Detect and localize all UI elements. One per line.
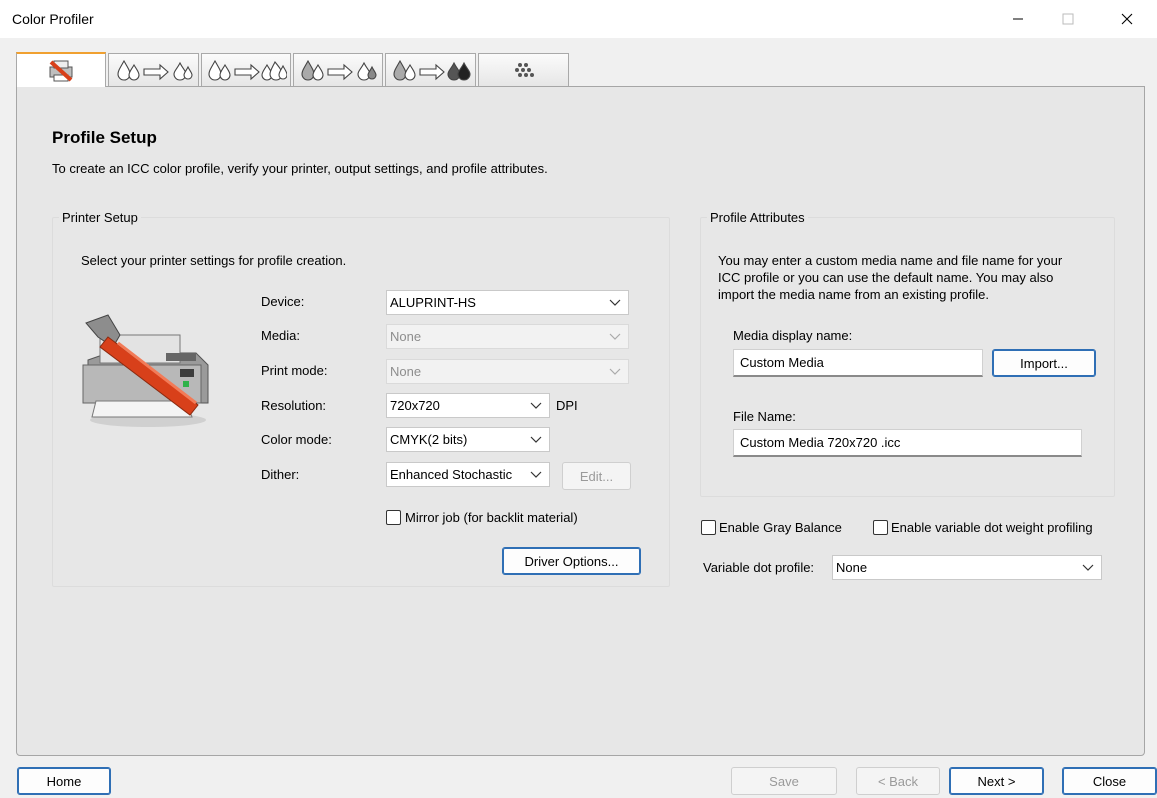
media-select: None xyxy=(386,324,629,349)
next-button[interactable]: Next > xyxy=(949,767,1044,795)
tab-total-ink[interactable] xyxy=(385,53,476,86)
file-name-input[interactable]: Custom Media 720x720 .icc xyxy=(733,429,1082,457)
total-ink-icon xyxy=(392,59,471,81)
profile-attributes-line1: You may enter a custom media name and fi… xyxy=(718,253,1063,268)
mirror-job-checkbox[interactable] xyxy=(386,510,401,525)
variable-dot-profile-select[interactable]: None xyxy=(832,555,1102,580)
media-value: None xyxy=(390,329,422,344)
page-description: To create an ICC color profile, verify y… xyxy=(52,161,548,176)
device-select[interactable]: ALUPRINT-HS xyxy=(386,290,629,315)
page-title: Profile Setup xyxy=(52,128,157,147)
profile-attributes-line3: import the media name from an existing p… xyxy=(718,287,989,302)
resolution-value: 720x720 xyxy=(390,398,440,413)
close-icon xyxy=(1121,13,1133,25)
color-mode-value: CMYK(2 bits) xyxy=(390,432,468,447)
back-button: < Back xyxy=(856,767,940,795)
printer-setup-title: Printer Setup xyxy=(59,210,141,225)
ink-limit-icon xyxy=(116,59,193,81)
printer-setup-instruction: Select your printer settings for profile… xyxy=(81,253,347,268)
color-patches-icon xyxy=(514,63,534,77)
resolution-select[interactable]: 720x720 xyxy=(386,393,550,418)
media-display-name-label: Media display name: xyxy=(733,328,853,343)
minimize-icon xyxy=(1013,18,1023,20)
ink-split-icon xyxy=(301,59,377,81)
printer-setup-icon xyxy=(49,60,73,81)
media-display-name-value: Custom Media xyxy=(740,355,824,370)
device-label: Device: xyxy=(261,294,305,309)
variable-dot-profile-value: None xyxy=(836,560,868,575)
driver-options-button[interactable]: Driver Options... xyxy=(502,547,641,575)
color-mode-label: Color mode: xyxy=(261,432,332,447)
edit-button: Edit... xyxy=(562,462,631,490)
tab-color-patches[interactable] xyxy=(478,53,569,86)
save-button: Save xyxy=(731,767,837,795)
chevron-down-icon xyxy=(609,333,621,340)
gray-balance-checkbox[interactable] xyxy=(701,520,716,535)
import-button[interactable]: Import... xyxy=(992,349,1096,377)
dither-value: Enhanced Stochastic xyxy=(390,467,513,482)
print-mode-label: Print mode: xyxy=(261,363,328,378)
variable-dot-label: Enable variable dot weight profiling xyxy=(891,520,1093,535)
print-mode-value: None xyxy=(390,364,422,379)
resolution-label: Resolution: xyxy=(261,398,327,413)
home-button[interactable]: Home xyxy=(17,767,111,795)
maximize-button xyxy=(1045,0,1091,38)
mirror-job-label: Mirror job (for backlit material) xyxy=(405,510,578,525)
profile-attributes-line2: ICC profile or you can use the default n… xyxy=(718,270,1054,285)
linearization-icon xyxy=(208,59,287,81)
printer-wrench-icon xyxy=(78,305,218,430)
gray-balance-label: Enable Gray Balance xyxy=(719,520,842,535)
device-value: ALUPRINT-HS xyxy=(390,295,476,310)
chevron-down-icon xyxy=(609,299,621,306)
color-mode-select[interactable]: CMYK(2 bits) xyxy=(386,427,550,452)
file-name-value: Custom Media 720x720 .icc xyxy=(740,435,901,450)
chevron-down-icon xyxy=(530,471,542,478)
chevron-down-icon xyxy=(530,402,542,409)
resolution-unit: DPI xyxy=(556,398,578,413)
maximize-icon xyxy=(1062,13,1074,25)
media-display-name-input[interactable]: Custom Media xyxy=(733,349,983,377)
minimize-button[interactable] xyxy=(995,0,1041,38)
tab-printer-setup[interactable] xyxy=(16,52,106,87)
media-label: Media: xyxy=(261,328,301,343)
tab-linearization[interactable] xyxy=(201,53,291,86)
close-button[interactable]: Close xyxy=(1062,767,1157,795)
tab-ink-limit[interactable] xyxy=(108,53,199,86)
chevron-down-icon xyxy=(609,368,621,375)
chevron-down-icon xyxy=(1082,564,1094,571)
dither-label: Dither: xyxy=(261,467,300,482)
close-window-button[interactable] xyxy=(1104,0,1150,38)
profile-attributes-title: Profile Attributes xyxy=(707,210,808,225)
tab-ink-split[interactable] xyxy=(293,53,383,86)
title-bar xyxy=(0,0,1157,38)
file-name-label: File Name: xyxy=(733,409,796,424)
chevron-down-icon xyxy=(530,436,542,443)
variable-dot-profile-label: Variable dot profile: xyxy=(703,560,815,575)
variable-dot-checkbox[interactable] xyxy=(873,520,888,535)
dither-select[interactable]: Enhanced Stochastic xyxy=(386,462,550,487)
print-mode-select: None xyxy=(386,359,629,384)
window-title: Color Profiler xyxy=(12,11,94,27)
